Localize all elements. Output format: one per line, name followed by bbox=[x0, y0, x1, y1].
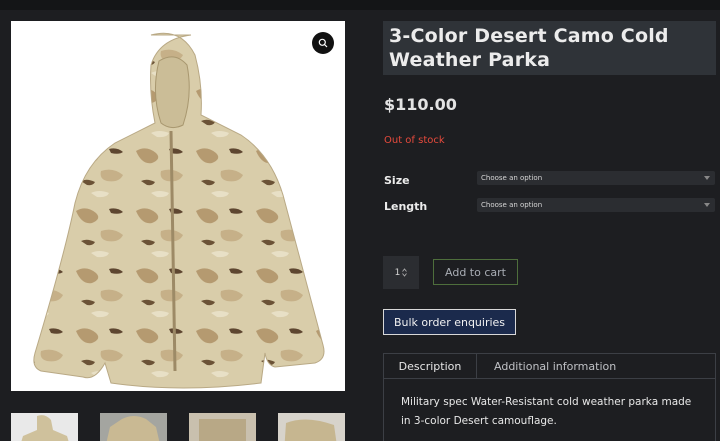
quantity-input[interactable]: 1 bbox=[383, 256, 419, 289]
tab-description[interactable]: Description bbox=[384, 354, 477, 378]
thumbnail-4[interactable] bbox=[278, 413, 345, 441]
quantity-value: 1 bbox=[394, 267, 401, 278]
size-label: Size bbox=[384, 174, 410, 187]
spinner-icon[interactable] bbox=[402, 268, 408, 277]
thumbnail-2[interactable] bbox=[100, 413, 167, 441]
tab-header: Description Additional information bbox=[384, 354, 715, 379]
zoom-button[interactable] bbox=[312, 32, 334, 54]
gallery-thumbnails bbox=[11, 413, 345, 441]
length-select-value: Choose an option bbox=[481, 201, 543, 209]
bulk-order-button[interactable]: Bulk order enquiries bbox=[383, 309, 516, 335]
product-tabs: Description Additional information Milit… bbox=[383, 353, 716, 441]
top-bar bbox=[0, 0, 720, 10]
product-main-image[interactable] bbox=[11, 21, 345, 391]
stock-status: Out of stock bbox=[384, 135, 445, 146]
thumbnail-image bbox=[106, 416, 160, 441]
thumbnail-1[interactable] bbox=[11, 413, 78, 441]
chevron-down-icon bbox=[704, 203, 710, 207]
thumbnail-image bbox=[284, 419, 337, 441]
search-icon bbox=[318, 38, 328, 48]
chevron-down-icon bbox=[704, 176, 710, 180]
size-select-value: Choose an option bbox=[481, 174, 543, 182]
length-label: Length bbox=[384, 200, 428, 213]
product-title: 3-Color Desert Camo Cold Weather Parka bbox=[389, 25, 669, 71]
add-to-cart-button[interactable]: Add to cart bbox=[433, 259, 518, 285]
thumbnail-image bbox=[199, 419, 246, 441]
size-select[interactable]: Choose an option bbox=[477, 171, 715, 185]
tab-additional-information[interactable]: Additional information bbox=[477, 354, 616, 378]
thumbnail-3[interactable] bbox=[189, 413, 256, 441]
product-title-box: 3-Color Desert Camo Cold Weather Parka bbox=[383, 21, 716, 75]
length-select[interactable]: Choose an option bbox=[477, 198, 715, 212]
thumbnail-image bbox=[21, 415, 69, 441]
parka-image bbox=[33, 32, 325, 389]
description-text: Military spec Water-Resistant cold weath… bbox=[401, 396, 692, 427]
product-price: $110.00 bbox=[384, 95, 457, 114]
